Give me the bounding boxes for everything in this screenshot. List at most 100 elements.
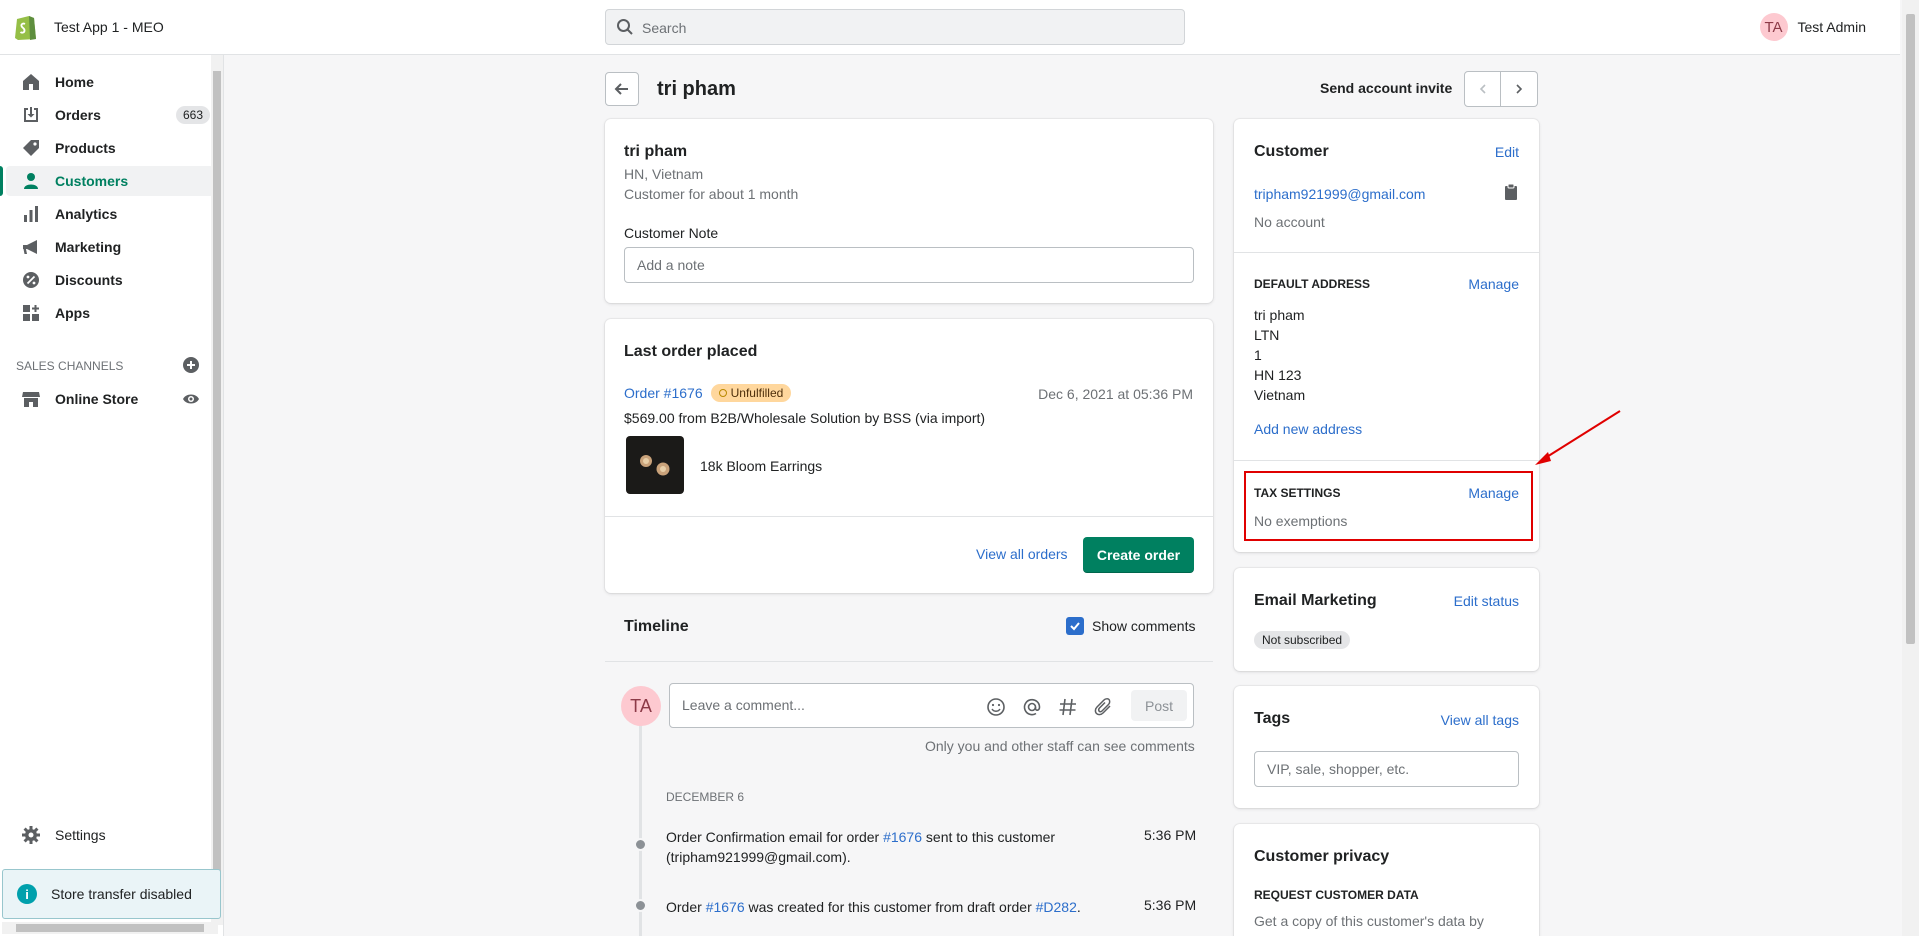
event-time: 5:36 PM — [1144, 827, 1197, 843]
send-invite-button[interactable]: Send account invite — [1320, 80, 1452, 96]
customer-email-link[interactable]: tripham921999@gmail.com — [1254, 186, 1425, 202]
order-link[interactable]: #1676 — [883, 829, 922, 845]
address-line: LTN — [1254, 327, 1280, 343]
order-link[interactable]: Order #1676 — [624, 385, 703, 401]
back-button[interactable] — [605, 72, 639, 106]
sidebar-item-orders[interactable]: Orders 663 — [0, 100, 214, 130]
search-icon — [617, 19, 633, 35]
email-marketing-title: Email Marketing — [1254, 592, 1377, 609]
add-address-link[interactable]: Add new address — [1254, 421, 1362, 437]
tags-card: Tags View all tags VIP, sale, shopper, e… — [1234, 686, 1539, 808]
tag-icon — [23, 140, 39, 156]
product-name[interactable]: 18k Bloom Earrings — [700, 458, 822, 474]
store-icon — [22, 392, 40, 407]
user-name: Test Admin — [1797, 19, 1866, 35]
sidebar-item-label: Settings — [55, 827, 106, 843]
sidebar-item-home[interactable]: Home — [0, 67, 214, 97]
customer-overview-card: tri pham HN, Vietnam Customer for about … — [605, 119, 1213, 303]
tags-input[interactable]: VIP, sale, shopper, etc. — [1254, 751, 1519, 787]
search-placeholder: Search — [642, 20, 687, 36]
sidebar-item-analytics[interactable]: Analytics — [0, 199, 214, 229]
avatar: TA — [1759, 13, 1788, 41]
annotation-highlight-box — [1244, 471, 1533, 541]
previous-button[interactable] — [1464, 71, 1501, 107]
request-data-title: REQUEST CUSTOMER DATA — [1254, 888, 1419, 902]
tags-placeholder: VIP, sale, shopper, etc. — [1267, 761, 1410, 777]
sidebar-item-label: Orders — [55, 107, 101, 123]
sidebar-item-online-store[interactable]: Online Store — [0, 384, 214, 414]
timeline-event: Order Confirmation email for order #1676… — [666, 829, 1056, 865]
person-icon — [24, 173, 38, 189]
emoji-icon[interactable] — [986, 697, 1006, 717]
post-button[interactable]: Post — [1131, 690, 1187, 721]
edit-customer-link[interactable]: Edit — [1495, 144, 1519, 160]
annotation-arrow-icon — [1535, 410, 1621, 465]
sidebar-item-discounts[interactable]: Discounts — [0, 265, 214, 295]
customer-note-input[interactable]: Add a note — [624, 247, 1194, 283]
address-block: tri pham LTN 1 HN 123 Vietnam — [1254, 305, 1305, 405]
timeline-date-heading: DECEMBER 6 — [666, 790, 745, 804]
address-line: tri pham — [1254, 307, 1305, 323]
clipboard-icon[interactable] — [1504, 183, 1518, 201]
attachment-icon[interactable] — [1094, 697, 1114, 717]
timeline-title: Timeline — [624, 618, 689, 635]
sidebar-item-apps[interactable]: Apps — [0, 298, 214, 328]
discount-icon — [23, 272, 39, 288]
sidebar-item-settings[interactable]: Settings — [0, 820, 214, 850]
last-order-card: Last order placed Order #1676 Unfulfille… — [605, 319, 1213, 593]
page-title: tri pham — [657, 78, 736, 100]
add-channel-icon[interactable] — [183, 357, 199, 373]
sidebar-horizontal-scrollbar[interactable] — [2, 922, 218, 934]
sidebar-item-label: Home — [55, 74, 94, 90]
chevron-right-icon — [1516, 84, 1523, 94]
edit-status-link[interactable]: Edit status — [1454, 593, 1519, 609]
search-input[interactable]: Search — [605, 9, 1185, 45]
default-address-title: DEFAULT ADDRESS — [1254, 277, 1371, 291]
sidebar-item-label: Marketing — [55, 239, 122, 255]
sidebar-item-marketing[interactable]: Marketing — [0, 232, 214, 262]
page-scrollbar[interactable] — [1902, 0, 1919, 936]
apps-icon — [23, 305, 39, 321]
sales-channels-title: SALES CHANNELS — [16, 359, 124, 373]
eye-icon[interactable] — [182, 390, 200, 408]
customer-privacy-card: Customer privacy REQUEST CUSTOMER DATA G… — [1234, 824, 1539, 936]
sidebar-scrollbar[interactable] — [211, 55, 223, 925]
create-order-button[interactable]: Create order — [1083, 537, 1194, 573]
next-button[interactable] — [1501, 71, 1538, 107]
show-comments-toggle[interactable]: Show comments — [1066, 617, 1195, 635]
sidebar: Home Orders 663 Products Customers Analy… — [0, 55, 224, 936]
hashtag-icon[interactable] — [1058, 697, 1078, 717]
privacy-title: Customer privacy — [1254, 848, 1390, 865]
store-transfer-text: Store transfer disabled — [51, 886, 192, 902]
email-marketing-card: Email Marketing Edit status Not subscrib… — [1234, 568, 1539, 671]
sidebar-item-products[interactable]: Products — [0, 133, 214, 163]
show-comments-label: Show comments — [1092, 618, 1196, 634]
request-data-text: Get a copy of this customer's data by — [1254, 913, 1484, 929]
sidebar-item-label: Apps — [55, 305, 90, 321]
customer-name: tri pham — [624, 143, 688, 160]
sidebar-item-customers[interactable]: Customers — [0, 166, 214, 196]
view-all-tags-link[interactable]: View all tags — [1441, 712, 1519, 728]
shopify-logo-icon[interactable] — [14, 12, 38, 41]
status-badge: Unfulfilled — [710, 384, 792, 402]
address-line: HN 123 — [1254, 367, 1302, 383]
address-line: Vietnam — [1254, 387, 1306, 403]
chevron-left-icon — [1479, 84, 1486, 94]
sidebar-item-label: Online Store — [55, 391, 139, 407]
store-name[interactable]: Test App 1 - MEO — [54, 19, 164, 35]
draft-order-link[interactable]: #D282 — [1036, 899, 1077, 915]
mention-icon[interactable] — [1022, 697, 1042, 717]
order-heading: Order #1676 Unfulfilled — [624, 384, 792, 402]
comment-input[interactable]: Leave a comment... Post — [669, 683, 1194, 728]
view-all-orders-link[interactable]: View all orders — [976, 546, 1068, 562]
user-menu[interactable]: TA Test Admin — [1759, 13, 1866, 41]
manage-address-link[interactable]: Manage — [1468, 276, 1519, 292]
earrings-image — [640, 455, 670, 476]
address-line: 1 — [1254, 347, 1262, 363]
info-icon: i — [17, 884, 37, 904]
timeline-dot — [634, 838, 647, 851]
product-thumbnail[interactable] — [626, 436, 684, 494]
show-comments-checkbox[interactable] — [1066, 617, 1084, 635]
order-link[interactable]: #1676 — [706, 899, 745, 915]
last-order-title: Last order placed — [624, 343, 758, 360]
